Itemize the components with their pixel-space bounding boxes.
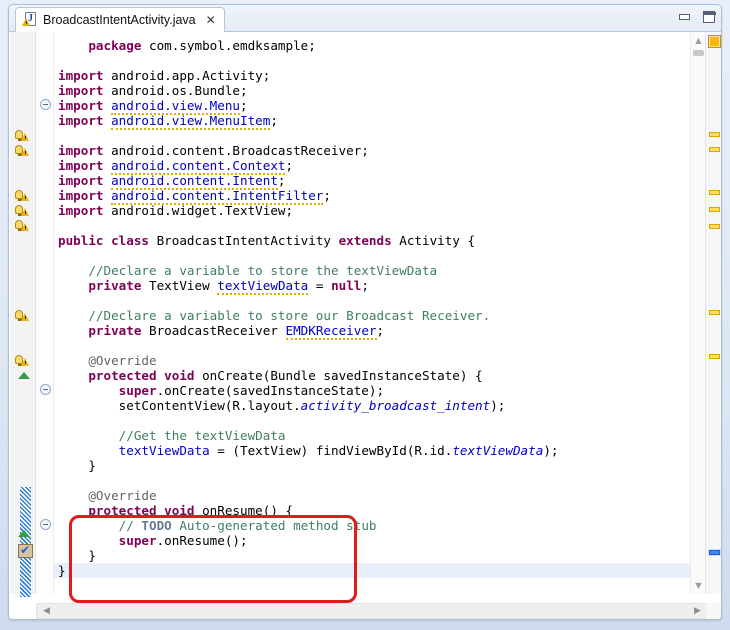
- code-line[interactable]: }: [54, 563, 695, 578]
- code-line[interactable]: private TextView textViewData = null;: [54, 278, 695, 293]
- code-line[interactable]: [54, 248, 695, 263]
- overview-warning-marker[interactable]: [709, 224, 720, 229]
- code-line[interactable]: setContentView(R.layout.activity_broadca…: [54, 398, 695, 413]
- tab-broadcastintentactivity[interactable]: BroadcastIntentActivity.java ✕: [15, 7, 225, 32]
- code-line[interactable]: //Declare a variable to store our Broadc…: [54, 308, 695, 323]
- code-line[interactable]: protected void onResume() {: [54, 503, 695, 518]
- code-line[interactable]: [54, 413, 695, 428]
- window-buttons: [677, 10, 717, 25]
- code-line[interactable]: import android.content.Intent;: [54, 173, 695, 188]
- editor-frame: BroadcastIntentActivity.java ✕ package c…: [8, 4, 722, 620]
- overview-task-marker[interactable]: [709, 550, 720, 555]
- scroll-up-arrow-icon[interactable]: ▲: [691, 33, 706, 48]
- code-line[interactable]: import android.content.Context;: [54, 158, 695, 173]
- overview-ruler[interactable]: [705, 32, 722, 594]
- fold-collapse-icon[interactable]: [40, 384, 51, 395]
- code-line[interactable]: [54, 293, 695, 308]
- maximize-button[interactable]: [701, 10, 717, 25]
- change-indicator-bar: [20, 487, 31, 597]
- code-line[interactable]: import android.content.BroadcastReceiver…: [54, 143, 695, 158]
- folding-gutter[interactable]: [36, 32, 54, 594]
- code-line[interactable]: import android.widget.TextView;: [54, 203, 695, 218]
- quickfix-warning-icon[interactable]: [15, 129, 31, 144]
- code-line[interactable]: import android.view.MenuItem;: [54, 113, 695, 128]
- scrollbar-corner: [706, 603, 722, 619]
- overview-warning-marker[interactable]: [709, 310, 720, 315]
- overview-warning-marker[interactable]: [709, 207, 720, 212]
- override-indicator-icon[interactable]: [18, 372, 30, 379]
- editor-body: package com.symbol.emdksample; import an…: [9, 32, 722, 620]
- fold-collapse-icon[interactable]: [40, 99, 51, 110]
- vertical-scrollbar[interactable]: ▲ ▼: [690, 32, 705, 594]
- code-line[interactable]: }: [54, 458, 695, 473]
- scroll-left-arrow-icon[interactable]: ◀: [39, 604, 54, 618]
- code-line[interactable]: [54, 338, 695, 353]
- code-line[interactable]: [54, 218, 695, 233]
- code-line[interactable]: import android.os.Bundle;: [54, 83, 695, 98]
- quickfix-warning-icon[interactable]: [15, 204, 31, 219]
- code-line[interactable]: public class BroadcastIntentActivity ext…: [54, 233, 695, 248]
- quickfix-warning-icon[interactable]: [15, 219, 31, 234]
- overview-warning-marker[interactable]: [709, 147, 720, 152]
- code-line[interactable]: }: [54, 548, 695, 563]
- todo-task-icon[interactable]: [18, 544, 33, 558]
- override-indicator-icon[interactable]: [18, 530, 30, 537]
- source-code[interactable]: package com.symbol.emdksample; import an…: [54, 38, 695, 593]
- code-editing-area[interactable]: package com.symbol.emdksample; import an…: [54, 32, 695, 594]
- quickfix-warning-icon[interactable]: [15, 189, 31, 204]
- code-line[interactable]: [54, 473, 695, 488]
- overview-warning-marker[interactable]: [709, 132, 720, 137]
- eclipse-editor-window: BroadcastIntentActivity.java ✕ package c…: [0, 0, 730, 630]
- warning-status-icon[interactable]: [708, 35, 721, 48]
- code-line[interactable]: [54, 578, 695, 593]
- code-line[interactable]: super.onCreate(savedInstanceState);: [54, 383, 695, 398]
- code-line[interactable]: import android.content.IntentFilter;: [54, 188, 695, 203]
- annotation-gutter[interactable]: [10, 32, 36, 594]
- close-icon[interactable]: ✕: [206, 14, 216, 26]
- scroll-down-arrow-icon[interactable]: ▼: [691, 578, 706, 593]
- code-line[interactable]: [54, 53, 695, 68]
- quickfix-warning-icon[interactable]: [15, 144, 31, 159]
- fold-collapse-icon[interactable]: [40, 519, 51, 530]
- code-line[interactable]: @Override: [54, 353, 695, 368]
- code-line[interactable]: protected void onCreate(Bundle savedInst…: [54, 368, 695, 383]
- horizontal-scrollbar[interactable]: ◀ ▶: [36, 603, 708, 619]
- code-line[interactable]: // TODO Auto-generated method stub: [54, 518, 695, 533]
- code-line[interactable]: //Get the textViewData: [54, 428, 695, 443]
- java-file-warning-icon: [22, 12, 37, 28]
- code-line[interactable]: import android.view.Menu;: [54, 98, 695, 113]
- code-line[interactable]: super.onResume();: [54, 533, 695, 548]
- code-line[interactable]: private BroadcastReceiver EMDKReceiver;: [54, 323, 695, 338]
- code-line[interactable]: textViewData = (TextView) findViewById(R…: [54, 443, 695, 458]
- code-line[interactable]: import android.app.Activity;: [54, 68, 695, 83]
- quickfix-warning-icon[interactable]: [15, 309, 31, 324]
- editor-tab-bar: BroadcastIntentActivity.java ✕: [9, 5, 722, 32]
- minimize-button[interactable]: [677, 10, 693, 25]
- code-line[interactable]: [54, 128, 695, 143]
- code-line[interactable]: @Override: [54, 488, 695, 503]
- tab-label: BroadcastIntentActivity.java: [43, 13, 196, 27]
- overview-warning-marker[interactable]: [709, 354, 720, 359]
- scroll-right-arrow-icon[interactable]: ▶: [690, 604, 705, 618]
- code-line[interactable]: //Declare a variable to store the textVi…: [54, 263, 695, 278]
- overview-warning-marker[interactable]: [709, 190, 720, 195]
- vertical-scroll-thumb[interactable]: [693, 50, 704, 56]
- code-line[interactable]: package com.symbol.emdksample;: [54, 38, 695, 53]
- quickfix-warning-icon[interactable]: [15, 354, 31, 369]
